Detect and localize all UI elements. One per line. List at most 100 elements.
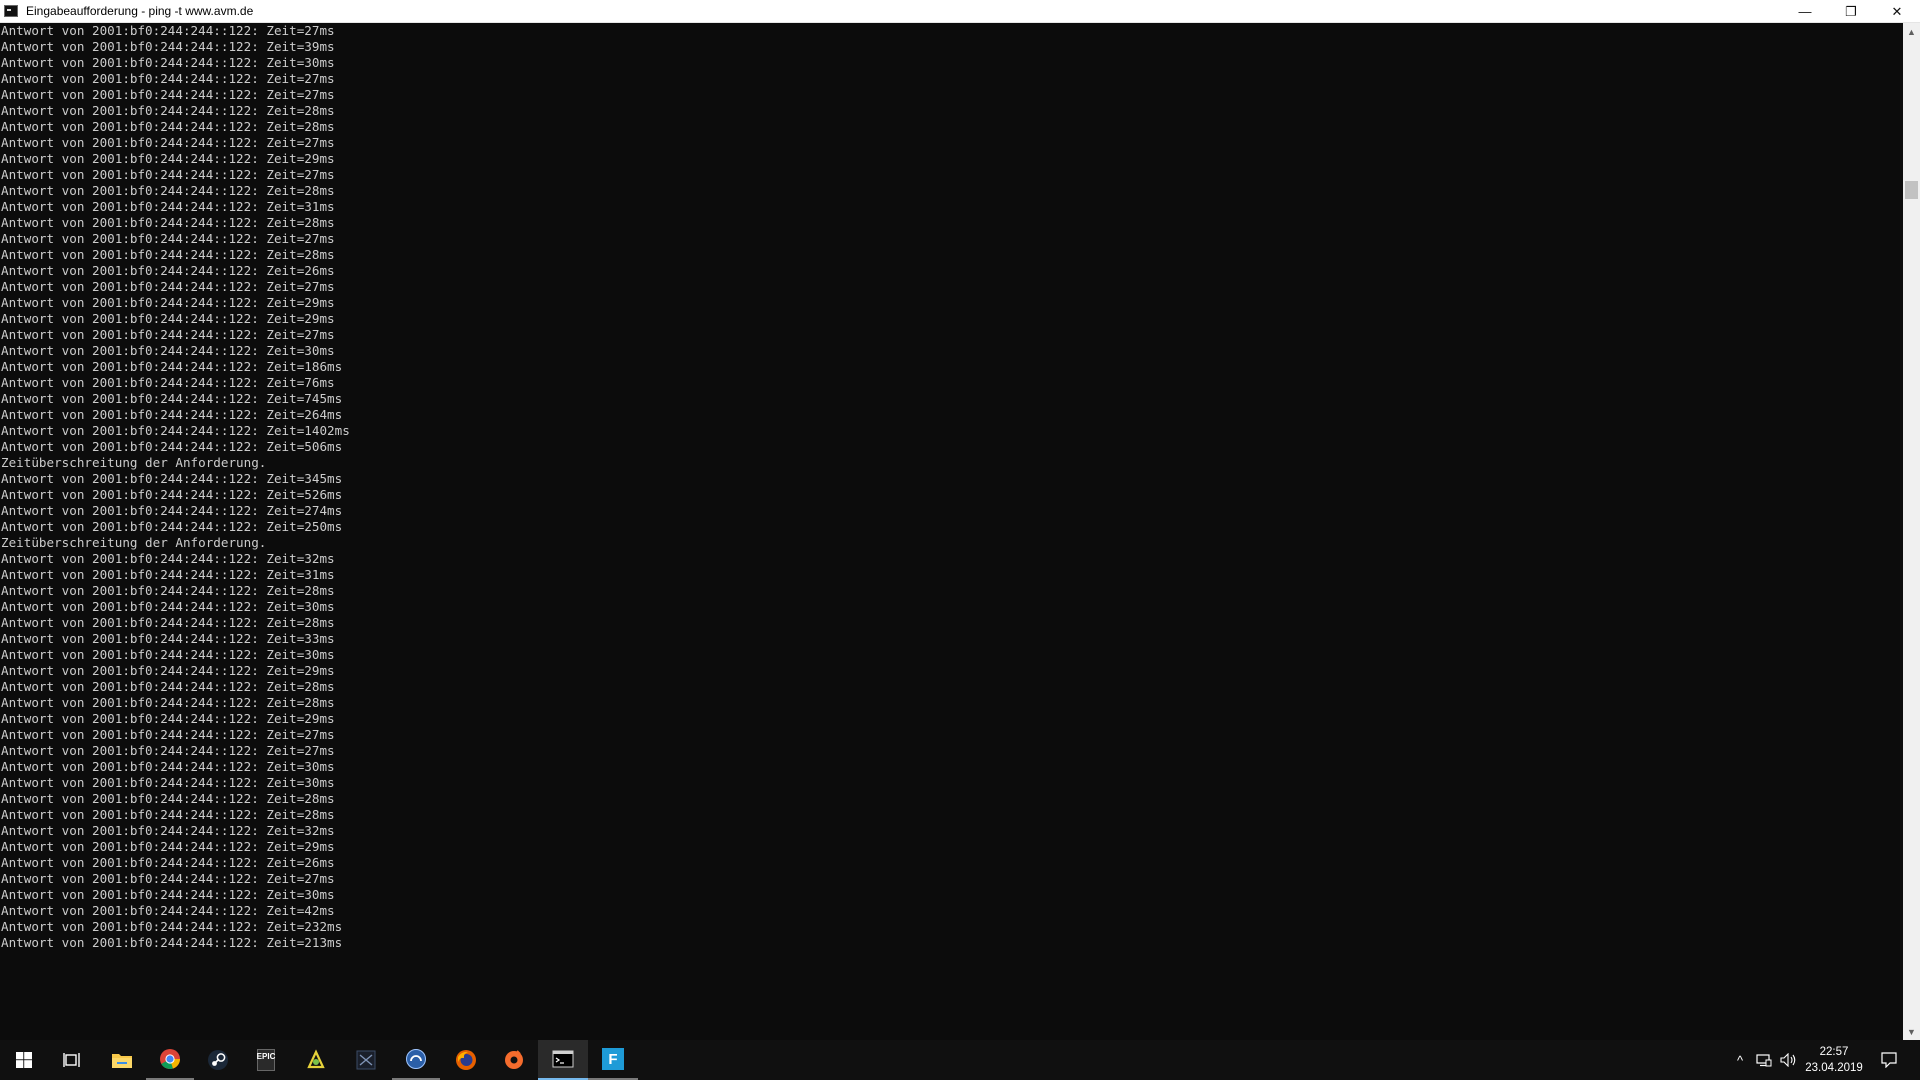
command-prompt-icon	[552, 1050, 574, 1068]
console-line: Antwort von 2001:bf0:244:244::122: Zeit=…	[1, 439, 343, 454]
epic-label: EPIC	[256, 1052, 276, 1061]
task-view-button[interactable]	[48, 1040, 96, 1080]
console-line: Antwort von 2001:bf0:244:244::122: Zeit=…	[1, 855, 335, 870]
console-line: Antwort von 2001:bf0:244:244::122: Zeit=…	[1, 55, 335, 70]
origin-icon	[505, 1050, 523, 1069]
console-line: Antwort von 2001:bf0:244:244::122: Zeit=…	[1, 215, 335, 230]
console-output[interactable]: Antwort von 2001:bf0:244:244::122: Zeit=…	[0, 23, 1903, 1040]
task-view-icon	[63, 1053, 80, 1067]
console-line: Antwort von 2001:bf0:244:244::122: Zeit=…	[1, 775, 335, 790]
network-icon	[1756, 1054, 1772, 1067]
file-explorer-button[interactable]	[98, 1040, 146, 1080]
console-line: Antwort von 2001:bf0:244:244::122: Zeit=…	[1, 599, 335, 614]
console-line: Antwort von 2001:bf0:244:244::122: Zeit=…	[1, 375, 335, 390]
console-line: Antwort von 2001:bf0:244:244::122: Zeit=…	[1, 823, 335, 838]
restore-button[interactable]: ❐	[1828, 0, 1874, 23]
console-line: Antwort von 2001:bf0:244:244::122: Zeit=…	[1, 103, 335, 118]
console-line: Antwort von 2001:bf0:244:244::122: Zeit=…	[1, 631, 335, 646]
console-line: Antwort von 2001:bf0:244:244::122: Zeit=…	[1, 87, 335, 102]
notification-center-button[interactable]	[1872, 1040, 1906, 1080]
console-line: Antwort von 2001:bf0:244:244::122: Zeit=…	[1, 695, 335, 710]
blue-circle-icon	[406, 1049, 426, 1069]
window-title: Eingabeaufforderung - ping -t www.avm.de	[26, 4, 254, 18]
network-tray-button[interactable]	[1752, 1040, 1776, 1080]
console-line: Antwort von 2001:bf0:244:244::122: Zeit=…	[1, 263, 335, 278]
folder-icon	[112, 1054, 132, 1068]
console-line: Zeitüberschreitung der Anforderung.	[1, 535, 267, 550]
speaker-icon	[1780, 1053, 1796, 1067]
console-line: Antwort von 2001:bf0:244:244::122: Zeit=…	[1, 887, 335, 902]
console-line: Antwort von 2001:bf0:244:244::122: Zeit=…	[1, 807, 335, 822]
scrollbar-thumb[interactable]	[1905, 181, 1918, 199]
clock-time: 22:57	[1819, 1046, 1849, 1058]
console-line: Antwort von 2001:bf0:244:244::122: Zeit=…	[1, 727, 335, 742]
console-line: Antwort von 2001:bf0:244:244::122: Zeit=…	[1, 567, 335, 582]
scroll-down-arrow-icon[interactable]: ▼	[1903, 1023, 1920, 1040]
console-line: Antwort von 2001:bf0:244:244::122: Zeit=…	[1, 551, 335, 566]
clock[interactable]: 22:57 23.04.2019	[1798, 1040, 1870, 1080]
console-line: Antwort von 2001:bf0:244:244::122: Zeit=…	[1, 327, 335, 342]
app-blue-circle-button[interactable]	[392, 1040, 440, 1080]
command-prompt-icon	[4, 5, 18, 17]
volume-tray-button[interactable]	[1778, 1040, 1800, 1080]
dark-app-icon	[356, 1050, 376, 1070]
minimize-button[interactable]: —	[1782, 0, 1828, 23]
origin-button[interactable]	[490, 1040, 538, 1080]
firefox-icon	[456, 1050, 476, 1070]
console-line: Antwort von 2001:bf0:244:244::122: Zeit=…	[1, 647, 335, 662]
console-line: Antwort von 2001:bf0:244:244::122: Zeit=…	[1, 903, 335, 918]
console-line: Antwort von 2001:bf0:244:244::122: Zeit=…	[1, 407, 343, 422]
console-line: Antwort von 2001:bf0:244:244::122: Zeit=…	[1, 679, 335, 694]
console-line: Antwort von 2001:bf0:244:244::122: Zeit=…	[1, 71, 335, 86]
chrome-icon	[160, 1049, 180, 1069]
console-line: Antwort von 2001:bf0:244:244::122: Zeit=…	[1, 743, 335, 758]
chevron-up-icon: ^	[1736, 1052, 1744, 1068]
console-line: Antwort von 2001:bf0:244:244::122: Zeit=…	[1, 471, 343, 486]
close-button[interactable]: ✕	[1874, 0, 1920, 23]
console-line: Antwort von 2001:bf0:244:244::122: Zeit=…	[1, 615, 335, 630]
blue-f-label: F	[608, 1050, 618, 1068]
console-line: Antwort von 2001:bf0:244:244::122: Zeit=…	[1, 759, 335, 774]
start-button[interactable]	[0, 1040, 48, 1080]
console-line: Antwort von 2001:bf0:244:244::122: Zeit=…	[1, 183, 335, 198]
tray-overflow-button[interactable]: ^	[1730, 1040, 1750, 1080]
console-line: Antwort von 2001:bf0:244:244::122: Zeit=…	[1, 583, 335, 598]
console-line: Antwort von 2001:bf0:244:244::122: Zeit=…	[1, 39, 335, 54]
epic-games-icon: EPIC	[257, 1049, 275, 1071]
console-line: Antwort von 2001:bf0:244:244::122: Zeit=…	[1, 343, 335, 358]
yellow-app-icon	[307, 1049, 325, 1069]
chrome-button[interactable]	[146, 1040, 194, 1080]
notification-icon	[1881, 1052, 1897, 1068]
console-line: Antwort von 2001:bf0:244:244::122: Zeit=…	[1, 711, 335, 726]
console-line: Antwort von 2001:bf0:244:244::122: Zeit=…	[1, 119, 335, 134]
console-line: Antwort von 2001:bf0:244:244::122: Zeit=…	[1, 311, 335, 326]
vertical-scrollbar[interactable]: ▲ ▼	[1903, 23, 1920, 1040]
console-line: Antwort von 2001:bf0:244:244::122: Zeit=…	[1, 23, 335, 38]
console-line: Zeitüberschreitung der Anforderung.	[1, 455, 267, 470]
epic-games-button[interactable]: EPIC	[242, 1040, 290, 1080]
console-line: Antwort von 2001:bf0:244:244::122: Zeit=…	[1, 391, 343, 406]
console-line: Antwort von 2001:bf0:244:244::122: Zeit=…	[1, 663, 335, 678]
blue-f-app-button[interactable]: F	[588, 1040, 638, 1080]
console-line: Antwort von 2001:bf0:244:244::122: Zeit=…	[1, 247, 335, 262]
title-bar[interactable]: Eingabeaufforderung - ping -t www.avm.de…	[0, 0, 1920, 23]
steam-button[interactable]	[194, 1040, 242, 1080]
console-line: Antwort von 2001:bf0:244:244::122: Zeit=…	[1, 791, 335, 806]
firefox-button[interactable]	[442, 1040, 490, 1080]
console-line: Antwort von 2001:bf0:244:244::122: Zeit=…	[1, 135, 335, 150]
console-line: Antwort von 2001:bf0:244:244::122: Zeit=…	[1, 231, 335, 246]
steam-icon	[208, 1050, 228, 1070]
console-line: Antwort von 2001:bf0:244:244::122: Zeit=…	[1, 423, 350, 438]
console-line: Antwort von 2001:bf0:244:244::122: Zeit=…	[1, 871, 335, 886]
app-dark-button[interactable]	[342, 1040, 390, 1080]
scroll-up-arrow-icon[interactable]: ▲	[1903, 23, 1920, 40]
console-line: Antwort von 2001:bf0:244:244::122: Zeit=…	[1, 359, 343, 374]
console-line: Antwort von 2001:bf0:244:244::122: Zeit=…	[1, 151, 335, 166]
console-line: Antwort von 2001:bf0:244:244::122: Zeit=…	[1, 295, 335, 310]
console-line: Antwort von 2001:bf0:244:244::122: Zeit=…	[1, 839, 335, 854]
window-controls: — ❐ ✕	[1782, 0, 1920, 23]
windows-logo-icon	[16, 1052, 32, 1068]
app-yellow-button[interactable]	[292, 1040, 340, 1080]
command-prompt-button[interactable]	[538, 1040, 588, 1080]
taskbar: EPIC F ^ 22:57 23.04.2019	[0, 1040, 1920, 1080]
